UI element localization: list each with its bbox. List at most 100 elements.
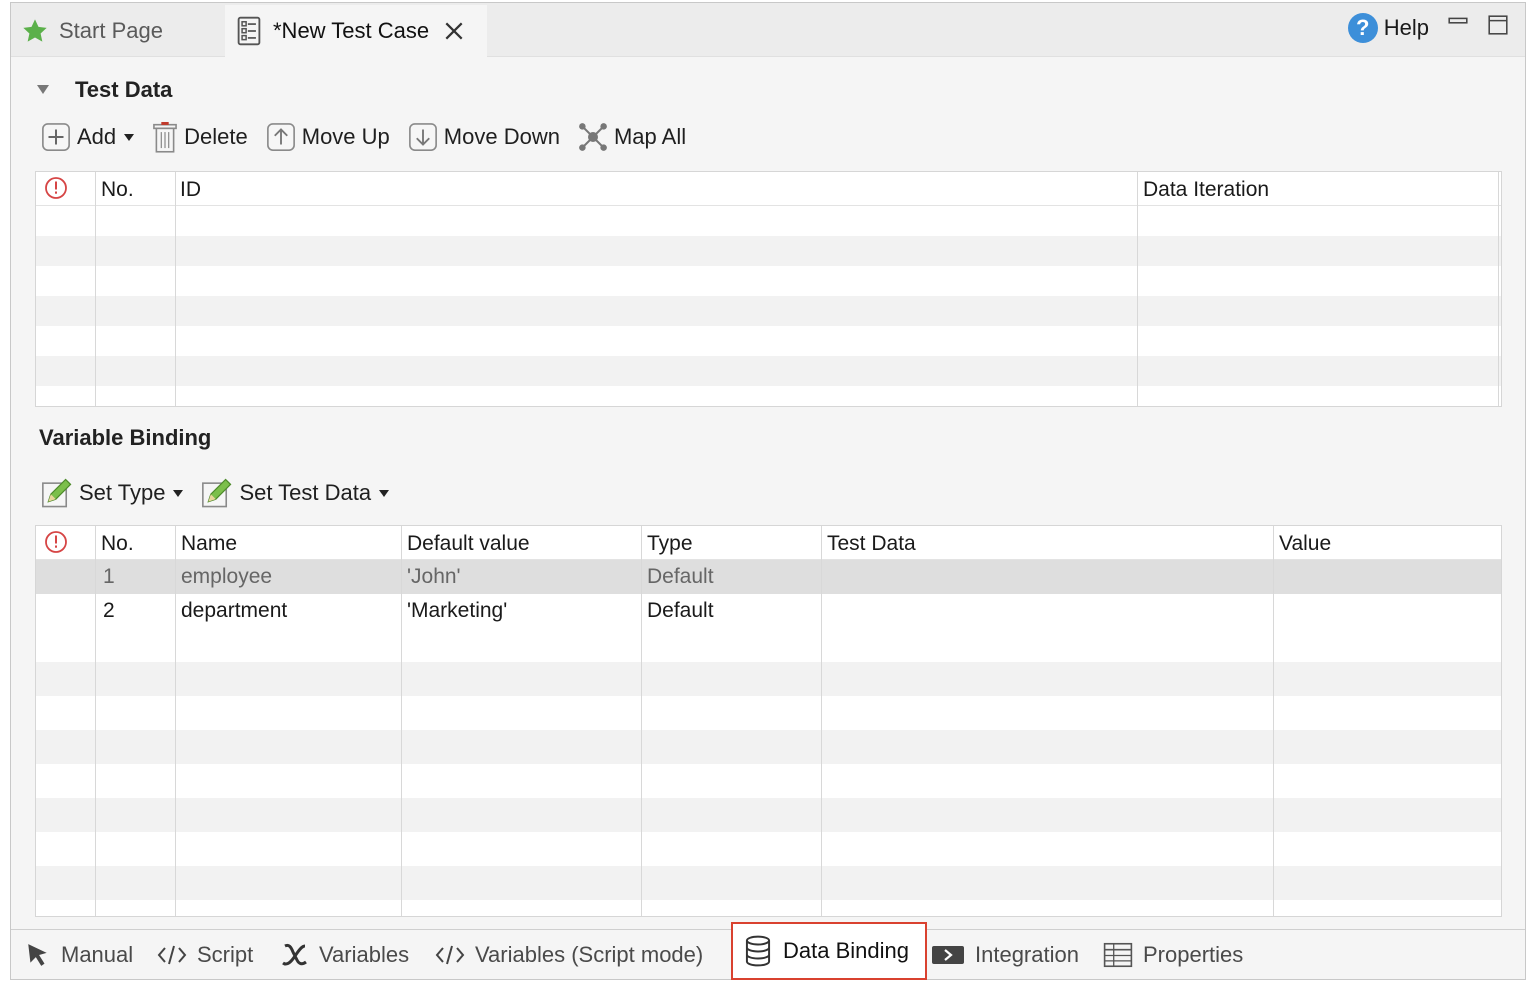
column-header-name[interactable]: Name (181, 532, 237, 556)
cell-default-value[interactable]: 'John' (407, 565, 461, 589)
map-all-label: Map All (613, 124, 687, 149)
set-type-label: Set Type (79, 480, 166, 505)
code-icon (157, 943, 187, 967)
column-divider (1137, 172, 1138, 406)
table-row (36, 236, 1501, 266)
test-data-toolbar: Add Delete Move Up Move Down Map All (41, 121, 704, 153)
move-down-label: Move Down (443, 124, 560, 149)
tab-properties[interactable]: Properties (1103, 930, 1243, 980)
tab-script[interactable]: Script (157, 930, 253, 980)
column-header-value[interactable]: Value (1279, 532, 1331, 556)
cell-no: 2 (103, 599, 115, 622)
column-header-test-data[interactable]: Test Data (827, 532, 916, 556)
cell-type[interactable]: Default (647, 565, 714, 589)
maximize-icon[interactable] (1487, 14, 1509, 42)
integration-icon (931, 943, 965, 967)
column-divider (95, 172, 96, 406)
dropdown-caret-icon[interactable] (124, 133, 135, 141)
dropdown-caret-icon[interactable] (379, 489, 390, 497)
cell-type[interactable]: Default (647, 599, 714, 623)
tab-start-page[interactable]: Start Page (21, 5, 163, 57)
help-icon: ? (1347, 13, 1378, 43)
add-icon (41, 122, 71, 152)
tab-bar-actions: ? Help (1347, 13, 1509, 43)
tab-label: Start Page (59, 18, 163, 43)
table-header: No. Name Default value Type Test Data Va… (36, 526, 1501, 560)
table-row (36, 206, 1501, 236)
set-type-button[interactable]: Set Type (41, 477, 184, 509)
tab-manual[interactable]: Manual (25, 930, 133, 980)
tab-new-test-case[interactable]: *New Test Case (225, 5, 487, 57)
table-grid-icon (1103, 942, 1133, 968)
test-data-title: Test Data (75, 77, 173, 102)
column-header-data-iteration[interactable]: Data Iteration (1143, 178, 1269, 202)
help-button[interactable]: ? Help (1347, 13, 1429, 43)
table-row (36, 764, 1501, 798)
tab-label: Manual (61, 942, 134, 967)
close-icon[interactable] (443, 20, 465, 42)
dropdown-caret-icon[interactable] (173, 489, 184, 497)
test-case-icon (235, 16, 263, 46)
add-label: Add (77, 124, 117, 149)
variable-binding-toolbar: Set Type Set Test Data (41, 477, 407, 509)
table-row (36, 730, 1501, 764)
table-row[interactable]: 1 employee 'John' Default (36, 560, 1501, 594)
minimize-icon[interactable] (1447, 14, 1469, 42)
arrow-up-icon (266, 122, 296, 152)
bottom-tab-bar: Manual Script Variables Variables (Scrip… (11, 922, 1525, 980)
column-header-default-value[interactable]: Default value (407, 532, 530, 556)
tab-label: Data Binding (783, 938, 909, 963)
table-row (36, 696, 1501, 730)
move-down-button[interactable]: Move Down (408, 122, 560, 152)
cell-name: department (181, 599, 288, 622)
delete-button[interactable]: Delete (152, 121, 248, 153)
column-header-no[interactable]: No. (101, 178, 134, 202)
empty-rows (36, 628, 1501, 916)
table-row (36, 866, 1501, 900)
editor-tab-bar: Start Page *New Test Case ? Help (11, 3, 1525, 57)
table-row (36, 296, 1501, 326)
map-all-icon (578, 122, 608, 152)
tab-label: Properties (1143, 942, 1244, 967)
collapse-triangle-icon[interactable] (37, 85, 49, 94)
cell-default-value[interactable]: 'Marketing' (407, 599, 507, 623)
variable-x-icon (281, 942, 309, 968)
set-test-data-button[interactable]: Set Test Data (201, 477, 390, 509)
column-divider (95, 526, 96, 916)
edit-pencil-icon (201, 477, 233, 509)
delete-label: Delete (184, 124, 248, 149)
tab-label: Integration (975, 942, 1079, 967)
column-divider (175, 526, 176, 916)
tab-integration[interactable]: Integration (931, 930, 1079, 980)
star-icon (21, 17, 49, 45)
column-header-type[interactable]: Type (647, 532, 693, 556)
column-header-id[interactable]: ID (180, 178, 201, 202)
add-button[interactable]: Add (41, 122, 135, 152)
table-row (36, 832, 1501, 866)
database-icon (743, 935, 773, 967)
variable-binding-table[interactable]: No. Name Default value Type Test Data Va… (35, 525, 1502, 917)
column-divider (175, 172, 176, 406)
tab-variables[interactable]: Variables (281, 930, 409, 980)
tab-data-binding[interactable]: Data Binding (731, 922, 927, 980)
move-up-button[interactable]: Move Up (266, 122, 390, 152)
code-icon (435, 943, 465, 967)
table-header: No. ID Data Iteration (36, 172, 1501, 206)
table-row (36, 326, 1501, 356)
column-divider (1498, 172, 1499, 406)
table-body (36, 206, 1501, 406)
tab-variables-script-mode[interactable]: Variables (Script mode) (435, 930, 703, 980)
trash-icon (152, 121, 178, 153)
tab-label: Script (197, 942, 254, 967)
map-all-button[interactable]: Map All (578, 122, 686, 152)
table-row (36, 266, 1501, 296)
test-data-table[interactable]: No. ID Data Iteration (35, 171, 1502, 407)
cursor-icon (25, 942, 51, 968)
column-header-no[interactable]: No. (101, 532, 134, 556)
table-row (36, 798, 1501, 832)
table-row[interactable]: 2 department 'Marketing' Default (36, 594, 1501, 628)
table-row (36, 900, 1501, 916)
edit-pencil-icon (41, 477, 73, 509)
editor-frame: Start Page *New Test Case ? Help Test Da… (10, 2, 1526, 980)
error-column-icon (44, 176, 68, 206)
